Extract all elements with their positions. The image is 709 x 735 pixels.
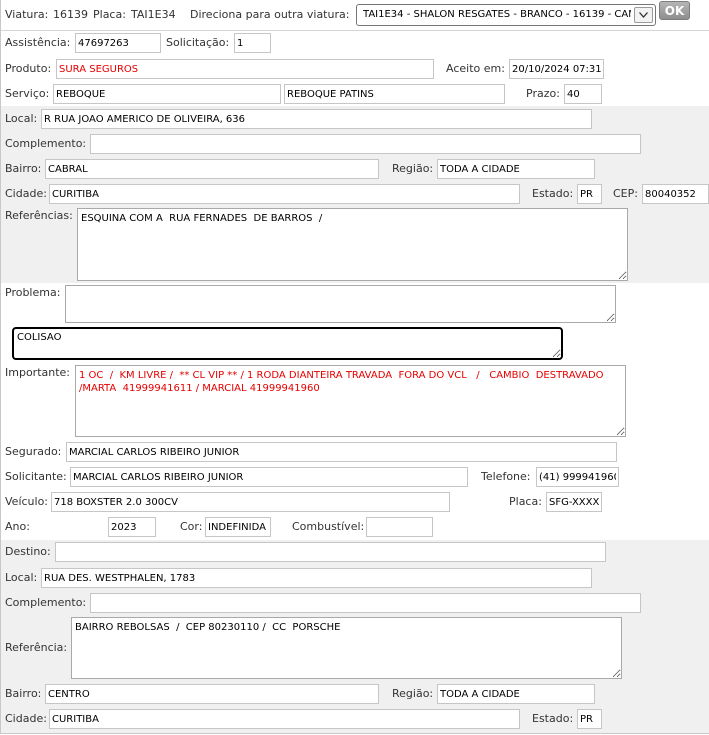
origin-bairro-label: Bairro: — [5, 162, 42, 175]
solicitacao-label: Solicitação: — [166, 36, 230, 49]
ok-button[interactable]: OK — [659, 1, 690, 20]
ano-label: Ano: — [5, 520, 30, 533]
destination-complemento-label: Complemento: — [5, 596, 87, 609]
assistencia-label: Assistência: — [5, 36, 71, 49]
segurado-input[interactable] — [66, 442, 617, 462]
origin-referencias-textarea[interactable]: ESQUINA COM A RUA FERNADES DE BARROS / — [77, 208, 628, 281]
produto-label: Produto: — [5, 62, 52, 75]
solicitacao-input[interactable] — [234, 33, 271, 53]
servico-label: Serviço: — [5, 87, 50, 100]
origin-complemento-input[interactable] — [90, 134, 641, 154]
destination-complemento-input[interactable] — [90, 593, 641, 613]
problema-label: Problema: — [5, 286, 61, 299]
destination-referencia-label: Referência: — [5, 641, 68, 654]
destination-local-input[interactable] — [41, 568, 592, 588]
destination-regiao-label: Região: — [392, 687, 434, 700]
origin-cidade-input[interactable] — [49, 184, 520, 204]
destination-bairro-input[interactable] — [45, 684, 379, 704]
cor-label: Cor: — [180, 520, 203, 533]
placa-label: Placa: — [93, 8, 126, 21]
destination-local-label: Local: — [5, 571, 38, 584]
origin-bairro-input[interactable] — [45, 159, 379, 179]
origin-cep-label: CEP: — [613, 187, 638, 200]
viatura-label: Viatura: — [5, 8, 49, 21]
form-left-border — [0, 0, 1, 734]
origin-cep-input[interactable] — [642, 184, 709, 204]
destination-cidade-label: Cidade: — [5, 712, 47, 725]
placa-value: TAI1E34 — [131, 8, 176, 21]
destino-input[interactable] — [55, 542, 606, 562]
problem-detail-textarea[interactable]: COLISAO — [12, 327, 563, 360]
prazo-label: Prazo: — [526, 87, 560, 100]
combustivel-label: Combustível: — [292, 520, 365, 533]
telefone-label: Telefone: — [481, 470, 531, 483]
destination-estado-input[interactable] — [577, 709, 602, 729]
origin-estado-label: Estado: — [532, 187, 574, 200]
vehicle-placa-label: Placa: — [509, 495, 542, 508]
redirect-viatura-select[interactable]: TAI1E34 - SHALON RESGATES - BRANCO - 161… — [356, 4, 656, 26]
servico-tipo-input[interactable] — [284, 84, 505, 104]
problema-textarea[interactable] — [65, 285, 616, 323]
aceito-em-label: Aceito em: — [446, 62, 505, 75]
destination-bairro-label: Bairro: — [5, 687, 42, 700]
destination-cidade-input[interactable] — [49, 709, 520, 729]
origin-referencias-label: Referências: — [5, 209, 73, 222]
dispatch-form: Viatura: 16139 Placa: TAI1E34 Direciona … — [0, 0, 709, 735]
veiculo-label: Veículo: — [5, 495, 49, 508]
header-divider — [0, 30, 709, 31]
assistencia-input[interactable] — [75, 33, 161, 53]
form-bottom-border — [0, 733, 709, 734]
destino-label: Destino: — [5, 545, 51, 558]
solicitante-label: Solicitante: — [5, 470, 67, 483]
origin-regiao-label: Região: — [392, 162, 434, 175]
origin-complemento-label: Complemento: — [5, 137, 87, 150]
origin-regiao-input[interactable] — [437, 159, 595, 179]
redirect-label: Direciona para outra viatura: — [190, 8, 350, 21]
cor-input[interactable] — [205, 517, 271, 537]
chevron-down-icon[interactable] — [634, 7, 653, 23]
destination-estado-label: Estado: — [532, 712, 574, 725]
viatura-value: 16139 — [53, 8, 88, 21]
redirect-selected-option: TAI1E34 - SHALON RESGATES - BRANCO - 161… — [363, 9, 631, 20]
prazo-input[interactable] — [564, 84, 602, 104]
origin-estado-input[interactable] — [577, 184, 602, 204]
destination-referencia-textarea[interactable]: BAIRRO REBOLSAS / CEP 80230110 / CC PORS… — [71, 617, 622, 679]
servico-input[interactable] — [53, 84, 281, 104]
origin-local-label: Local: — [5, 112, 38, 125]
aceito-em-input[interactable] — [509, 59, 604, 79]
vehicle-placa-input[interactable] — [546, 492, 602, 512]
segurado-label: Segurado: — [5, 445, 62, 458]
importante-textarea[interactable]: 1 OC / KM LIVRE / ** CL VIP ** / 1 RODA … — [75, 365, 626, 437]
combustivel-input[interactable] — [366, 517, 433, 537]
destination-regiao-input[interactable] — [437, 684, 595, 704]
produto-input[interactable] — [56, 59, 434, 79]
origin-cidade-label: Cidade: — [5, 187, 47, 200]
veiculo-input[interactable] — [51, 492, 450, 512]
solicitante-input[interactable] — [70, 467, 468, 487]
importante-label: Importante: — [5, 366, 71, 379]
ano-input[interactable] — [108, 517, 156, 537]
telefone-input[interactable] — [536, 467, 619, 487]
origin-local-input[interactable] — [41, 109, 592, 129]
